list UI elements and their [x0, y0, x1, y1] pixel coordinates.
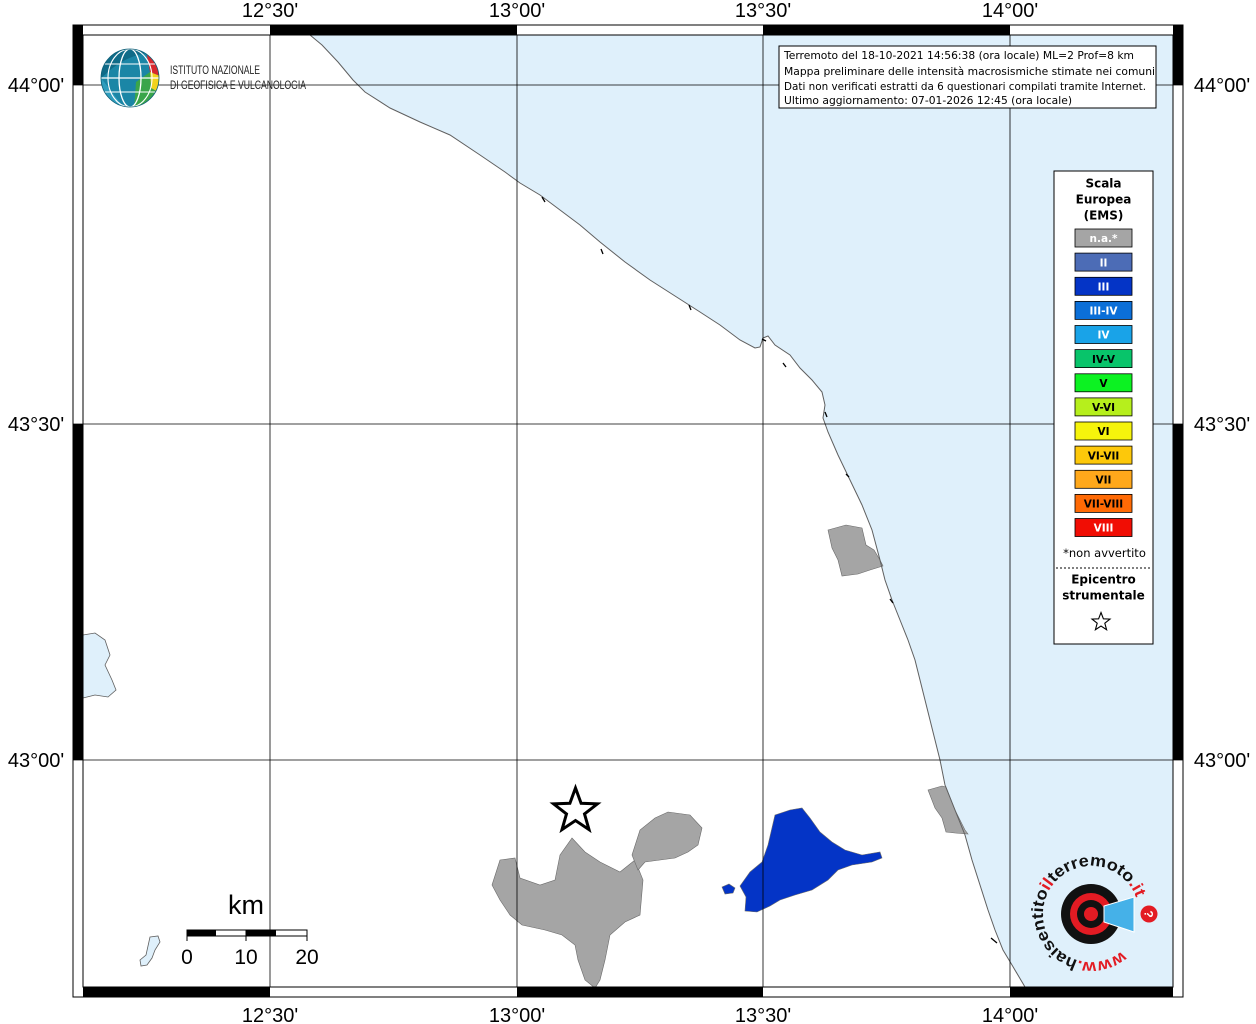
scale-bar-segment [187, 930, 216, 936]
longitude-label: 13°30' [735, 0, 791, 22]
event-info-box: Terremoto del 18-10-2021 14:56:38 (ora l… [778, 45, 1157, 109]
longitude-label: 13°00' [489, 0, 545, 22]
legend-label: n.a.* [1089, 233, 1118, 245]
legend-entry: n.a.* [1074, 228, 1133, 248]
latitude-label: 43°30' [1194, 414, 1250, 436]
legend-entry: VII-VIII [1074, 493, 1133, 513]
intensity-map: 12°30' 13°00' 13°30' 14°00' 12°30' 13°00… [8, 0, 1250, 1024]
legend-entry: VII [1074, 469, 1133, 489]
legend-entry: VIII [1074, 518, 1133, 537]
legend-entry: III-IV [1074, 300, 1133, 320]
legend-label: VII-VIII [1084, 499, 1123, 511]
latitude-label: 44°00' [1194, 75, 1250, 97]
longitude-label: 12°30' [242, 1005, 298, 1024]
legend-footnote: *non avvertito [1063, 546, 1146, 560]
legend-label: V-VI [1092, 402, 1115, 414]
longitude-label: 13°00' [489, 1005, 545, 1024]
legend-entry: VI-VII [1074, 445, 1133, 465]
legend-label: IV [1097, 330, 1110, 342]
legend-entry: V [1074, 373, 1133, 393]
legend-entry: IV-V [1074, 349, 1133, 369]
legend-label: VI-VII [1088, 450, 1120, 462]
frame-segment [73, 25, 83, 85]
longitude-labels-top: 12°30' 13°00' 13°30' 14°00' [242, 0, 1038, 22]
intensity-legend: Scala Europea (EMS) n.a.*IIIIIIII-IVIVIV… [1053, 170, 1154, 645]
frame-segment [1173, 424, 1183, 760]
target-center [1084, 907, 1098, 921]
map-body [82, 34, 1173, 989]
longitude-label: 14°00' [982, 1005, 1038, 1024]
scale-tick-label: 0 [181, 946, 193, 969]
legend-label: III-IV [1089, 306, 1118, 318]
legend-entry: IV [1074, 325, 1133, 344]
legend-label: VII [1096, 474, 1112, 486]
legend-label: V [1099, 378, 1108, 390]
legend-entry: III [1074, 276, 1133, 296]
scale-tick-label: 10 [234, 946, 257, 969]
legend-entry: II [1074, 252, 1133, 272]
epicentre-label: strumentale [1062, 589, 1145, 603]
scale-tick-label: 20 [295, 946, 318, 969]
frame-segment [73, 424, 83, 760]
latitude-label: 43°30' [8, 414, 64, 436]
institute-name-line2: DI GEOFISICA E VULCANOLOGIA [170, 80, 306, 92]
longitude-label: 14°00' [982, 0, 1038, 22]
legend-label: VIII [1094, 523, 1114, 535]
question-mark-icon: ? [1142, 910, 1156, 917]
frame-segment [1173, 25, 1183, 85]
map-description: Mappa preliminare delle intensità macros… [784, 66, 1155, 78]
latitude-label: 43°00' [8, 750, 64, 772]
legend-entry: VI [1074, 421, 1133, 441]
frame-segment [270, 25, 517, 35]
legend-label: III [1098, 281, 1110, 293]
latitude-label: 44°00' [8, 75, 64, 97]
longitude-label: 12°30' [242, 0, 298, 22]
frame-segment [83, 987, 270, 997]
legend-title: (EMS) [1084, 209, 1124, 223]
longitude-labels-bottom: 12°30' 13°00' 13°30' 14°00' [242, 1005, 1038, 1024]
legend-label: IV-V [1092, 354, 1116, 366]
event-summary: Terremoto del 18-10-2021 14:56:38 (ora l… [783, 50, 1134, 62]
latitude-labels-left: 44°00' 43°30' 43°00' [8, 75, 64, 772]
legend-title: Scala [1085, 177, 1121, 191]
frame-segment [1010, 987, 1173, 997]
longitude-label: 13°30' [735, 1005, 791, 1024]
legend-label: VI [1097, 426, 1109, 438]
legend-label: II [1100, 257, 1108, 269]
frame-segment [763, 25, 1010, 35]
scale-unit: km [228, 890, 264, 920]
epicentre-label: Epicentro [1071, 573, 1136, 587]
legend-entry: V-VI [1074, 397, 1133, 417]
institute-name-line1: ISTITUTO NAZIONALE [170, 65, 260, 77]
last-update: Ultimo aggiornamento: 07-01-2026 12:45 (… [784, 95, 1072, 107]
legend-title: Europea [1076, 193, 1132, 207]
latitude-label: 43°00' [1194, 750, 1250, 772]
latitude-labels-right: 44°00' 43°30' 43°00' [1194, 75, 1250, 772]
scale-bar-segment [246, 930, 276, 936]
frame-segment [517, 987, 763, 997]
data-disclaimer: Dati non verificati estratti da 6 questi… [784, 81, 1146, 93]
